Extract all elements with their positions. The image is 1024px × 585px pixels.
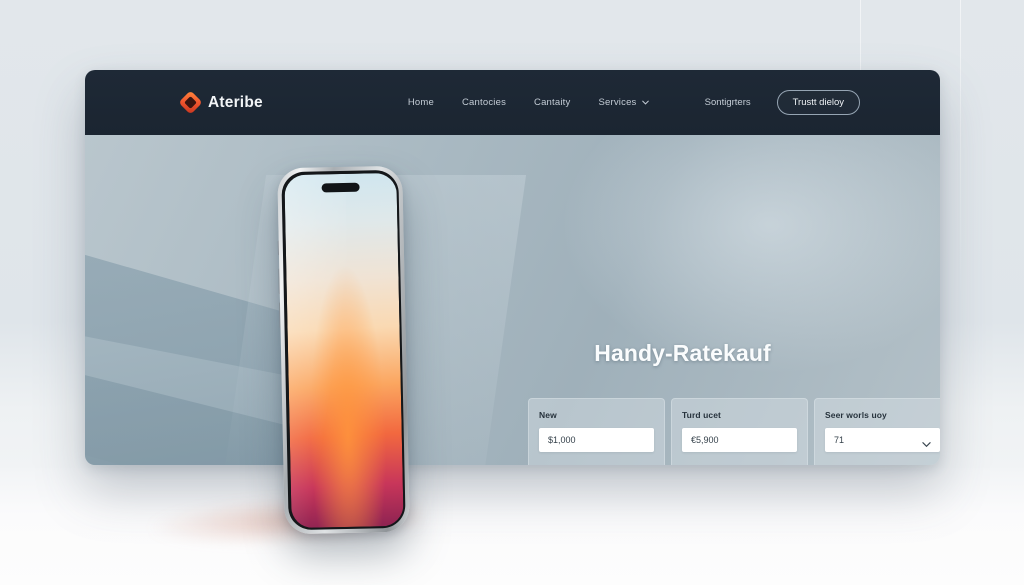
phone-mockup [277,165,410,535]
nav-item-sontigrters[interactable]: Sontigrters [705,97,751,108]
text-input-turd-ucet[interactable]: €5,900 [682,428,797,452]
select-input-seer-worls-uoy[interactable]: 71 [825,428,940,452]
form-card-seer-worls-uoy: Seer worls uoy 71 [814,398,940,465]
field-label: Turd ucet [682,410,721,420]
hero-glow [560,135,940,375]
form-card-turd-ucet: Turd ucet €5,900 [671,398,808,465]
nav-item-label: Cantaity [534,97,571,108]
nav-links: Home Cantocies Cantaity Services [408,97,649,108]
nav-item-label: Cantocies [461,97,507,108]
nav-item-home[interactable]: Home [408,97,434,108]
navbar: Ateribe Home Cantocies Cantaity Services… [85,70,940,135]
page-title: Handy-Ratekauf [594,340,771,366]
field-value: 71 [834,435,845,445]
hero-section: Handy-Ratekauf New $1,000 Turd ucet €5,9… [85,135,940,465]
field-value: $1,000 [548,435,576,445]
text-input-new[interactable]: $1,000 [539,428,654,452]
screen-sheen [283,173,353,528]
nav-item-cantocies[interactable]: Cantocies [462,97,506,108]
phone-frame [277,165,410,535]
phone-bezel [281,169,406,531]
form-card-row: New $1,000 Turd ucet €5,900 Seer worls u… [528,398,940,465]
phone-screen [283,172,404,528]
background-seam [960,0,961,300]
dynamic-island-notch [320,182,360,192]
nav-right: Sontigrters Trustt dieloy [705,90,860,115]
brand-name: Ateribe [208,93,263,111]
field-label: Seer worls uoy [825,410,887,420]
nav-item-label: Services [598,97,637,108]
nav-item-cantaity[interactable]: Cantaity [534,97,570,108]
nav-item-label: Home [407,97,434,108]
brand-logo[interactable]: Ateribe [178,90,263,115]
navbar-cta-button[interactable]: Trustt dieloy [776,90,860,115]
form-card-new: New $1,000 [528,398,665,465]
chevron-down-icon [641,99,649,106]
field-value: €5,900 [691,435,719,445]
field-label: New [539,410,557,420]
nav-item-services[interactable]: Services [598,97,649,108]
diamond-logo-icon [178,90,203,115]
chevron-down-icon [922,436,931,447]
website-window: Ateribe Home Cantocies Cantaity Services… [85,70,940,465]
